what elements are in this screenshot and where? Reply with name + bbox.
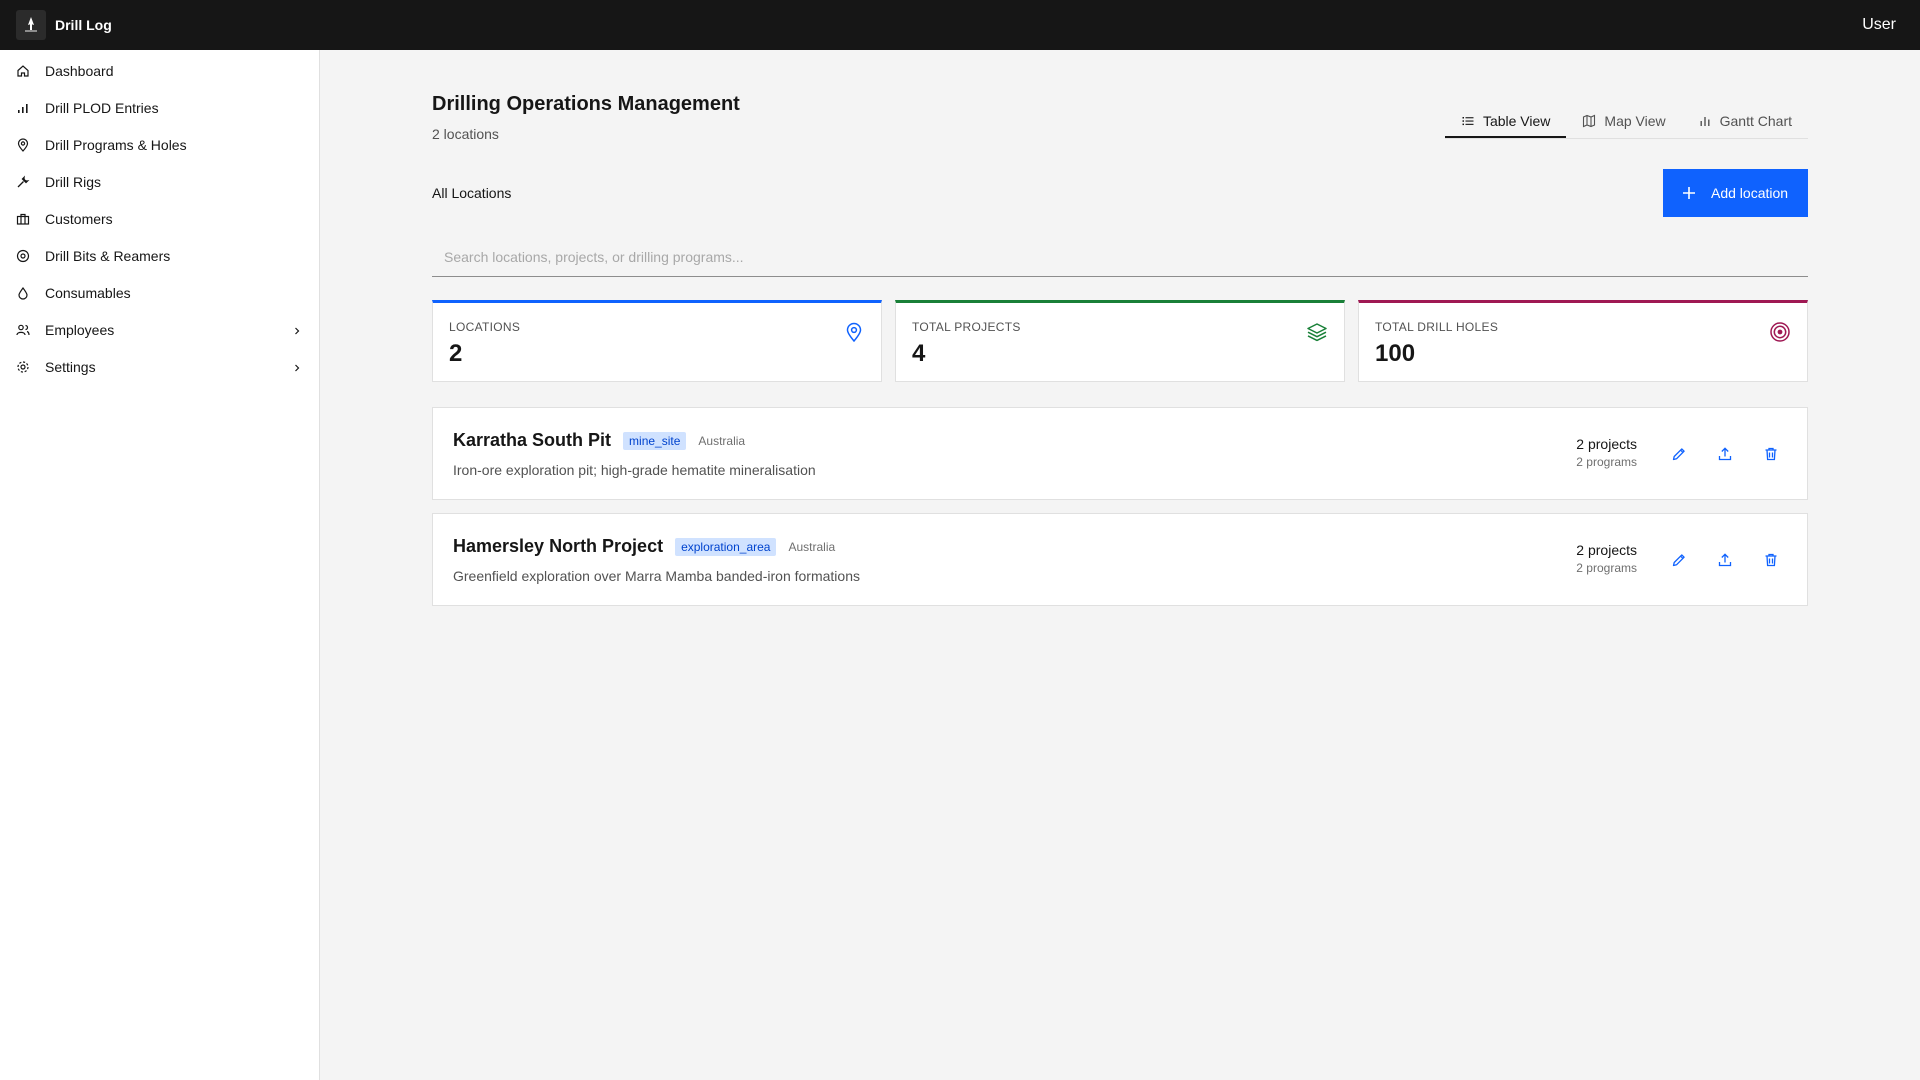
delete-button[interactable] — [1755, 544, 1787, 576]
page-subtitle: 2 locations — [432, 126, 499, 142]
user-menu[interactable]: User — [1862, 16, 1896, 34]
location-description: Greenfield exploration over Marra Mamba … — [453, 568, 860, 584]
tab-gantt-chart[interactable]: Gantt Chart — [1682, 105, 1808, 138]
drop-icon — [16, 286, 30, 300]
page-title: Drilling Operations Management — [432, 93, 740, 115]
users-icon — [16, 323, 30, 337]
target-icon — [1770, 322, 1790, 342]
sidebar-item-label: Drill Programs & Holes — [45, 136, 187, 153]
stats-row: LOCATIONS 2 TOTAL PROJECTS 4 TOTAL DRILL… — [432, 300, 1808, 382]
upload-icon — [1718, 447, 1732, 461]
gear-icon — [16, 360, 30, 374]
top-header: Drill Log User — [0, 0, 1920, 50]
sidebar-item-plod-entries[interactable]: Drill PLOD Entries — [0, 89, 319, 126]
location-name[interactable]: Karratha South Pit — [453, 430, 611, 451]
drill-logo-icon — [25, 17, 37, 32]
list-icon — [1461, 114, 1475, 128]
sidebar: Dashboard Drill PLOD Entries Drill Progr… — [0, 50, 320, 1080]
upload-button[interactable] — [1709, 544, 1741, 576]
pencil-icon — [1672, 554, 1685, 567]
location-name[interactable]: Hamersley North Project — [453, 536, 663, 557]
sidebar-item-label: Customers — [45, 210, 113, 227]
sidebar-item-label: Consumables — [45, 284, 131, 301]
location-type-tag: exploration_area — [675, 537, 777, 556]
location-icon — [16, 137, 30, 152]
program-count: 2 programs — [1576, 455, 1637, 469]
location-description: Iron-ore exploration pit; high-grade hem… — [453, 462, 816, 478]
sidebar-item-label: Drill Bits & Reamers — [45, 247, 171, 264]
sidebar-item-drill-rigs[interactable]: Drill Rigs — [0, 163, 319, 200]
map-pin-icon — [846, 322, 862, 343]
layers-icon — [1307, 323, 1327, 342]
search-input[interactable] — [432, 237, 1808, 277]
stat-value: 4 — [912, 340, 926, 367]
app-title[interactable]: Drill Log — [55, 17, 112, 33]
sidebar-item-consumables[interactable]: Consumables — [0, 274, 319, 311]
location-counts: 2 projects 2 programs — [1576, 542, 1637, 575]
home-icon — [16, 64, 30, 78]
location-card[interactable]: Karratha South Pit mine_site Australia I… — [432, 407, 1808, 500]
chevron-right-icon — [291, 324, 303, 336]
sidebar-item-bits-reamers[interactable]: Drill Bits & Reamers — [0, 237, 319, 274]
stat-label: LOCATIONS — [449, 320, 521, 334]
sidebar-item-employees[interactable]: Employees — [0, 311, 319, 348]
stat-card-projects: TOTAL PROJECTS 4 — [895, 300, 1345, 382]
stat-value: 100 — [1375, 340, 1416, 367]
pencil-icon — [1672, 448, 1685, 461]
stat-label: TOTAL DRILL HOLES — [1375, 320, 1499, 334]
tool-icon — [16, 175, 30, 189]
app-logo[interactable] — [16, 10, 46, 40]
location-type-tag: mine_site — [623, 431, 687, 450]
sidebar-item-dashboard[interactable]: Dashboard — [0, 52, 319, 89]
sidebar-item-settings[interactable]: Settings — [0, 348, 319, 385]
stat-card-locations: LOCATIONS 2 — [432, 300, 882, 382]
add-location-button[interactable]: Add location — [1663, 169, 1808, 217]
sidebar-item-label: Employees — [45, 321, 115, 338]
project-count: 2 projects — [1576, 542, 1637, 558]
stat-label: TOTAL PROJECTS — [912, 320, 1021, 334]
sidebar-item-label: Dashboard — [45, 62, 114, 79]
chevron-right-icon — [291, 361, 303, 373]
tab-table-view[interactable]: Table View — [1444, 105, 1567, 138]
project-count: 2 projects — [1576, 436, 1637, 452]
trash-icon — [1765, 447, 1777, 461]
tab-map-view[interactable]: Map View — [1566, 105, 1681, 138]
trash-icon — [1765, 553, 1777, 567]
upload-icon — [1718, 553, 1732, 567]
tab-label: Map View — [1604, 112, 1666, 129]
sidebar-item-label: Settings — [45, 358, 96, 375]
sidebar-item-customers[interactable]: Customers — [0, 200, 319, 237]
location-country: Australia — [698, 433, 746, 448]
add-location-label: Add location — [1711, 185, 1789, 201]
map-icon — [1582, 114, 1596, 128]
location-actions — [1663, 544, 1787, 576]
disc-icon — [16, 249, 30, 263]
location-counts: 2 projects 2 programs — [1576, 436, 1637, 469]
section-label: All Locations — [432, 185, 512, 201]
delete-button[interactable] — [1755, 438, 1787, 470]
tab-label: Gantt Chart — [1719, 112, 1792, 129]
stat-value: 2 — [449, 340, 463, 367]
briefcase-icon — [16, 212, 30, 226]
location-card[interactable]: Hamersley North Project exploration_area… — [432, 513, 1808, 606]
edit-button[interactable] — [1663, 544, 1695, 576]
program-count: 2 programs — [1576, 561, 1637, 575]
tab-label: Table View — [1482, 112, 1551, 129]
edit-button[interactable] — [1663, 438, 1695, 470]
sidebar-item-label: Drill Rigs — [45, 173, 101, 190]
bar-chart-icon — [16, 101, 30, 115]
sidebar-item-programs-holes[interactable]: Drill Programs & Holes — [0, 126, 319, 163]
location-country: Australia — [788, 539, 836, 554]
gantt-icon — [1698, 114, 1712, 128]
upload-button[interactable] — [1709, 438, 1741, 470]
stat-card-drill-holes: TOTAL DRILL HOLES 100 — [1358, 300, 1808, 382]
plus-icon — [1681, 185, 1697, 201]
location-actions — [1663, 438, 1787, 470]
sidebar-item-label: Drill PLOD Entries — [45, 99, 159, 116]
view-tabs: Table View Map View Gantt Chart — [1444, 105, 1808, 139]
